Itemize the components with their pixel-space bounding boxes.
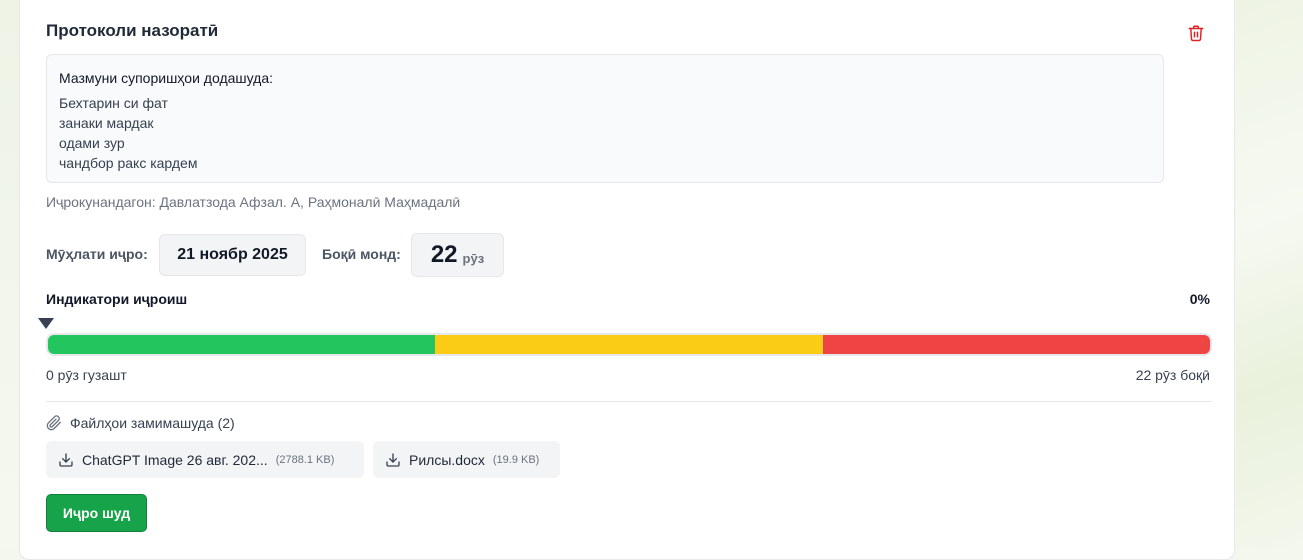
attachments-heading-text: Файлҳои замимашуда (2): [70, 415, 235, 431]
days-left-text: 22 рӯз боқӣ: [1135, 367, 1210, 383]
page-background-right: [1236, 0, 1303, 547]
progress-segment-green: [48, 335, 436, 354]
file-download-item[interactable]: Рилсы.docx (19.9 KB): [373, 441, 560, 478]
remaining-days-number: 22: [430, 241, 458, 268]
deadline-value: 21 ноябр 2025: [159, 234, 306, 276]
remaining-days-box: 22 рӯз: [411, 233, 504, 277]
progress-segment-red: [822, 335, 1210, 354]
protocol-card: Протоколи назоратӣ Мазмуни супоришҳои до…: [19, 0, 1235, 560]
divider: [46, 401, 1212, 402]
remaining-label: Боқӣ монд:: [322, 246, 401, 262]
file-size: (19.9 KB): [492, 453, 540, 466]
task-content-label: Мазмуни супоришҳои додашуда:: [59, 70, 274, 86]
paperclip-icon: [46, 415, 61, 431]
remaining-days-unit: рӯз: [462, 250, 485, 266]
attachments-heading: Файлҳои замимашуда (2): [46, 415, 235, 431]
file-name: ChatGPT Image 26 авг. 202...: [82, 451, 268, 468]
trash-icon[interactable]: [1187, 24, 1205, 42]
file-size: (2788.1 KB): [275, 453, 335, 466]
mark-done-button[interactable]: Иҷро шуд: [46, 494, 147, 532]
progress-indicator-label: Индикатори иҷроиш: [46, 291, 188, 307]
task-content-lines: Бехтарин си фат занаки мардак одами зур …: [59, 93, 197, 173]
progress-bar: [46, 333, 1212, 356]
download-icon: [59, 452, 73, 467]
page-background-left: [0, 0, 19, 547]
file-name: Рилсы.docx: [409, 451, 485, 468]
progress-marker-icon: [38, 318, 54, 329]
task-content-line: чандбор ракс кардем: [59, 155, 198, 171]
task-content-line: Бехтарин си фат: [59, 95, 168, 111]
task-content-box: Мазмуни супоришҳои додашуда: Бехтарин си…: [46, 54, 1164, 183]
deadline-label: Мӯҳлати иҷро:: [46, 246, 148, 262]
file-download-item[interactable]: ChatGPT Image 26 авг. 202... (2788.1 KB): [46, 441, 364, 478]
progress-percent: 0%: [1189, 291, 1210, 307]
task-content-line: занаки мардак: [59, 115, 154, 131]
task-content-line: одами зур: [59, 135, 125, 151]
executors-text: Иҷрокунандагон: Давлатзода Афзал. А, Раҳ…: [46, 194, 461, 210]
download-icon: [386, 452, 400, 467]
card-title: Протоколи назоратӣ: [46, 21, 219, 40]
progress-segment-yellow: [435, 335, 823, 354]
days-passed-text: 0 рӯз гузашт: [46, 367, 127, 383]
